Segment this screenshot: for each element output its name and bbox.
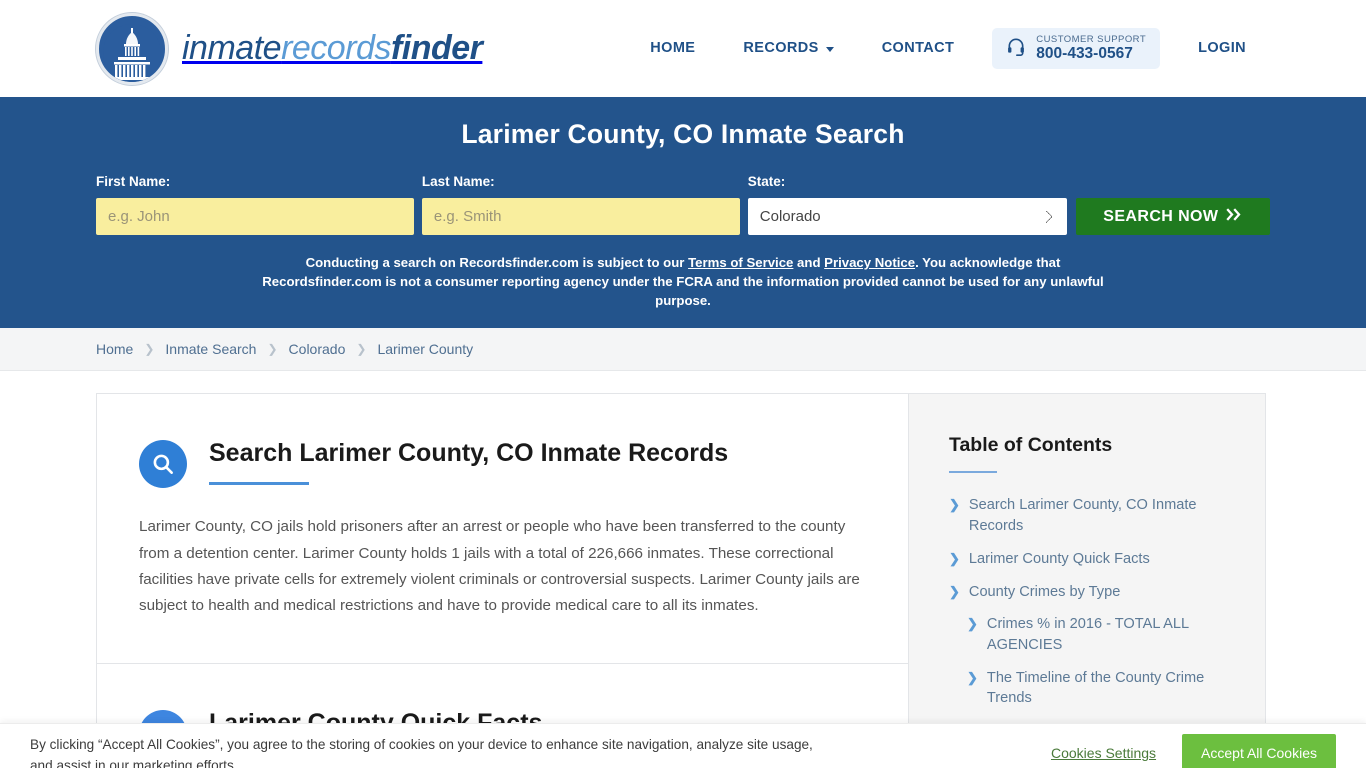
chevron-right-icon: ❯ bbox=[949, 550, 960, 566]
toc-item[interactable]: ❯ Larimer County Quick Facts bbox=[949, 549, 1235, 570]
breadcrumb-separator-icon: ❯ bbox=[267, 342, 278, 357]
table-of-contents-sidebar: Table of Contents ❯ Search Larimer Count… bbox=[908, 393, 1266, 768]
chevron-right-icon: ❯ bbox=[967, 669, 978, 685]
logo-word-finder: finder bbox=[390, 29, 483, 67]
content-wrapper: Search Larimer County, CO Inmate Records… bbox=[0, 393, 1366, 768]
section-body-text: Larimer County, CO jails hold prisoners … bbox=[139, 518, 860, 614]
cookie-banner-text: By clicking “Accept All Cookies”, you ag… bbox=[30, 736, 813, 768]
main-content-card: Search Larimer County, CO Inmate Records… bbox=[96, 393, 908, 768]
breadcrumb-item-inmate-search[interactable]: Inmate Search bbox=[165, 341, 256, 357]
search-circle-icon bbox=[139, 440, 187, 489]
customer-support-block[interactable]: CUSTOMER SUPPORT 800-433-0567 bbox=[992, 27, 1161, 70]
accept-all-cookies-button[interactable]: Accept All Cookies bbox=[1182, 734, 1336, 768]
cookie-consent-banner: By clicking “Accept All Cookies”, you ag… bbox=[0, 723, 1366, 768]
breadcrumb-item-home[interactable]: Home bbox=[96, 341, 133, 357]
toc-underline bbox=[949, 471, 997, 474]
disclaimer-and: and bbox=[793, 255, 825, 270]
site-logo[interactable]: inmaterecordsfinder bbox=[96, 12, 483, 85]
logo-word-inmate: inmate bbox=[182, 29, 282, 67]
cookie-banner-actions: Cookies Settings Accept All Cookies bbox=[1051, 734, 1336, 768]
last-name-input[interactable] bbox=[421, 198, 740, 235]
section-title-group: Search Larimer County, CO Inmate Records bbox=[209, 440, 728, 485]
last-name-field-group: Last Name: bbox=[421, 174, 740, 235]
disclaimer-text-1: Conducting a search on Recordsfinder.com… bbox=[305, 255, 689, 270]
title-underline bbox=[209, 481, 309, 485]
toc-link[interactable]: County Crimes by Type bbox=[969, 582, 1120, 603]
search-form: First Name: Last Name: State: Colorado S… bbox=[96, 174, 1270, 235]
nav-item-records[interactable]: RECORDS bbox=[719, 40, 857, 56]
toc-item[interactable]: ❯ County Crimes by Type bbox=[949, 582, 1235, 603]
support-text: CUSTOMER SUPPORT 800-433-0567 bbox=[1036, 33, 1147, 63]
state-select[interactable]: Colorado bbox=[747, 198, 1067, 235]
state-field-group: State: Colorado bbox=[747, 174, 1067, 235]
toc-link[interactable]: Crimes % in 2016 - TOTAL ALL AGENCIES bbox=[987, 614, 1235, 655]
nav-item-contact[interactable]: CONTACT bbox=[858, 40, 979, 56]
breadcrumb-item-colorado[interactable]: Colorado bbox=[289, 341, 346, 357]
search-now-button[interactable]: SEARCH NOW bbox=[1075, 198, 1270, 235]
toc-item[interactable]: ❯ The Timeline of the County Crime Trend… bbox=[967, 668, 1235, 709]
toc-list: ❯ Search Larimer County, CO Inmate Recor… bbox=[949, 495, 1235, 741]
page-root: inmaterecordsfinder HOME RECORDS CONTACT bbox=[0, 0, 1366, 768]
nav-item-login[interactable]: LOGIN bbox=[1174, 40, 1270, 56]
terms-of-service-link[interactable]: Terms of Service bbox=[688, 255, 793, 270]
nav-label-records: RECORDS bbox=[743, 40, 819, 57]
support-phone: 800-433-0567 bbox=[1036, 45, 1133, 63]
breadcrumb-item-larimer-county[interactable]: Larimer County bbox=[377, 341, 473, 357]
breadcrumb: Home ❯ Inmate Search ❯ Colorado ❯ Larime… bbox=[96, 341, 1270, 357]
first-name-input[interactable] bbox=[96, 198, 414, 235]
nav-label-login: LOGIN bbox=[1198, 40, 1246, 57]
toc-link[interactable]: Larimer County Quick Facts bbox=[969, 549, 1150, 570]
headset-icon bbox=[1006, 36, 1026, 61]
chevron-right-icon: ❯ bbox=[949, 583, 960, 599]
search-disclaimer: Conducting a search on Recordsfinder.com… bbox=[261, 253, 1106, 310]
toc-link[interactable]: The Timeline of the County Crime Trends bbox=[987, 668, 1235, 709]
logo-wordmark: inmaterecordsfinder bbox=[182, 29, 483, 68]
toc-link[interactable]: Search Larimer County, CO Inmate Records bbox=[969, 495, 1235, 536]
toc-item[interactable]: ❯ Search Larimer County, CO Inmate Recor… bbox=[949, 495, 1235, 536]
search-now-label: SEARCH NOW bbox=[1103, 207, 1219, 225]
breadcrumb-separator-icon: ❯ bbox=[356, 342, 367, 357]
chevron-down-icon bbox=[825, 46, 834, 52]
privacy-notice-link[interactable]: Privacy Notice bbox=[824, 255, 915, 270]
main-navigation: HOME RECORDS CONTACT CUSTOMER SUPPORT 80… bbox=[626, 27, 1270, 70]
cookies-settings-link[interactable]: Cookies Settings bbox=[1051, 745, 1156, 761]
section-title: Search Larimer County, CO Inmate Records bbox=[209, 439, 729, 468]
chevron-right-icon: ❯ bbox=[949, 497, 960, 513]
double-chevron-right-icon bbox=[1226, 207, 1242, 226]
section-header: Search Larimer County, CO Inmate Records bbox=[139, 440, 866, 489]
nav-label-home: HOME bbox=[650, 40, 696, 57]
toc-title: Table of Contents bbox=[949, 434, 1113, 457]
nav-item-home[interactable]: HOME bbox=[626, 40, 719, 56]
last-name-label: Last Name: bbox=[421, 174, 495, 189]
capitol-dome-icon bbox=[96, 12, 168, 85]
chevron-right-icon: ❯ bbox=[967, 616, 978, 632]
support-label: CUSTOMER SUPPORT bbox=[1036, 33, 1147, 45]
toc-item[interactable]: ❯ Crimes % in 2016 - TOTAL ALL AGENCIES bbox=[967, 614, 1235, 655]
state-label: State: bbox=[747, 174, 786, 189]
breadcrumb-bar: Home ❯ Inmate Search ❯ Colorado ❯ Larime… bbox=[0, 328, 1366, 372]
page-title: Larimer County, CO Inmate Search bbox=[461, 119, 905, 149]
inmate-search-band: Larimer County, CO Inmate Search First N… bbox=[0, 97, 1366, 329]
first-name-field-group: First Name: bbox=[96, 174, 414, 235]
nav-label-contact: CONTACT bbox=[881, 40, 955, 57]
breadcrumb-separator-icon: ❯ bbox=[144, 342, 155, 357]
section-search-records: Search Larimer County, CO Inmate Records… bbox=[97, 394, 908, 663]
site-header: inmaterecordsfinder HOME RECORDS CONTACT bbox=[0, 0, 1366, 97]
logo-word-records: records bbox=[281, 29, 391, 67]
first-name-label: First Name: bbox=[96, 174, 171, 189]
